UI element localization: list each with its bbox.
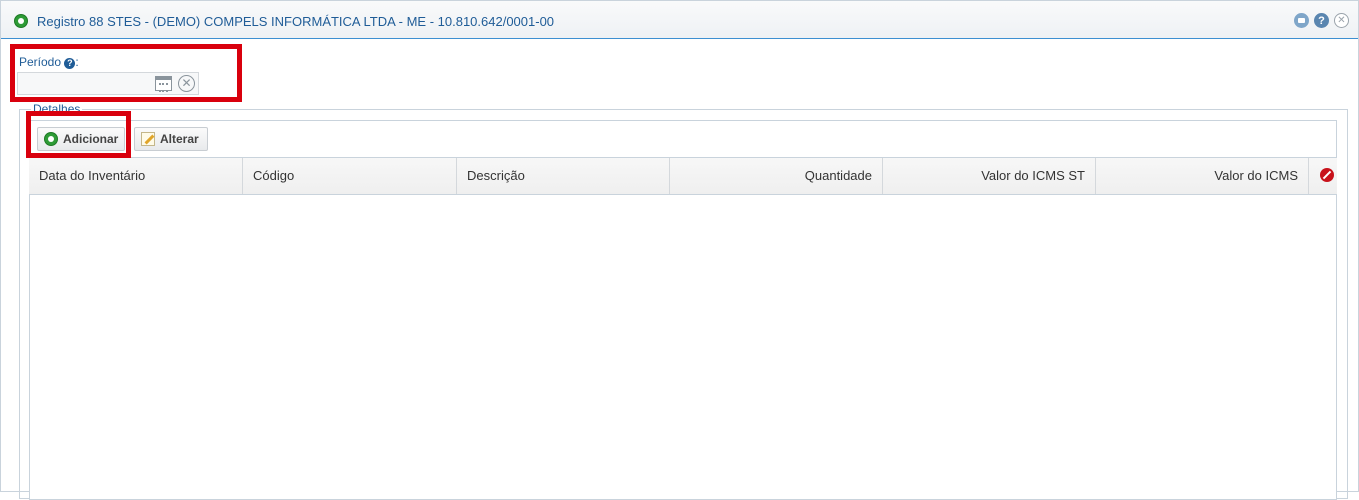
add-circle-icon (14, 14, 28, 28)
help-icon[interactable]: ? (1314, 13, 1329, 28)
periodo-highlight-box (10, 44, 242, 102)
column-header-quantidade[interactable]: Quantidade (670, 158, 883, 194)
close-icon[interactable]: ✕ (1334, 13, 1349, 28)
column-header-valor-icms[interactable]: Valor do ICMS (1096, 158, 1309, 194)
alterar-button[interactable]: Alterar (134, 127, 208, 151)
minimize-icon[interactable] (1294, 13, 1309, 28)
delete-icon[interactable] (1320, 168, 1334, 182)
edit-icon (141, 132, 155, 146)
column-header-descricao[interactable]: Descrição (457, 158, 670, 194)
column-header-data-inventario[interactable]: Data do Inventário (29, 158, 243, 194)
adicionar-highlight-box (26, 111, 131, 158)
alterar-button-label: Alterar (160, 132, 199, 146)
window-title: Registro 88 STES - (DEMO) COMPELS INFORM… (37, 14, 555, 29)
column-header-valor-icms-st[interactable]: Valor do ICMS ST (883, 158, 1096, 194)
column-header-codigo[interactable]: Código (243, 158, 457, 194)
registro-88-window: Registro 88 STES - (DEMO) COMPELS INFORM… (0, 0, 1359, 500)
table-header: Data do Inventário Código Descrição Quan… (29, 157, 1337, 195)
detalhes-legend: Detalhes (31, 102, 83, 111)
window-titlebar: Registro 88 STES - (DEMO) COMPELS INFORM… (1, 1, 1358, 39)
